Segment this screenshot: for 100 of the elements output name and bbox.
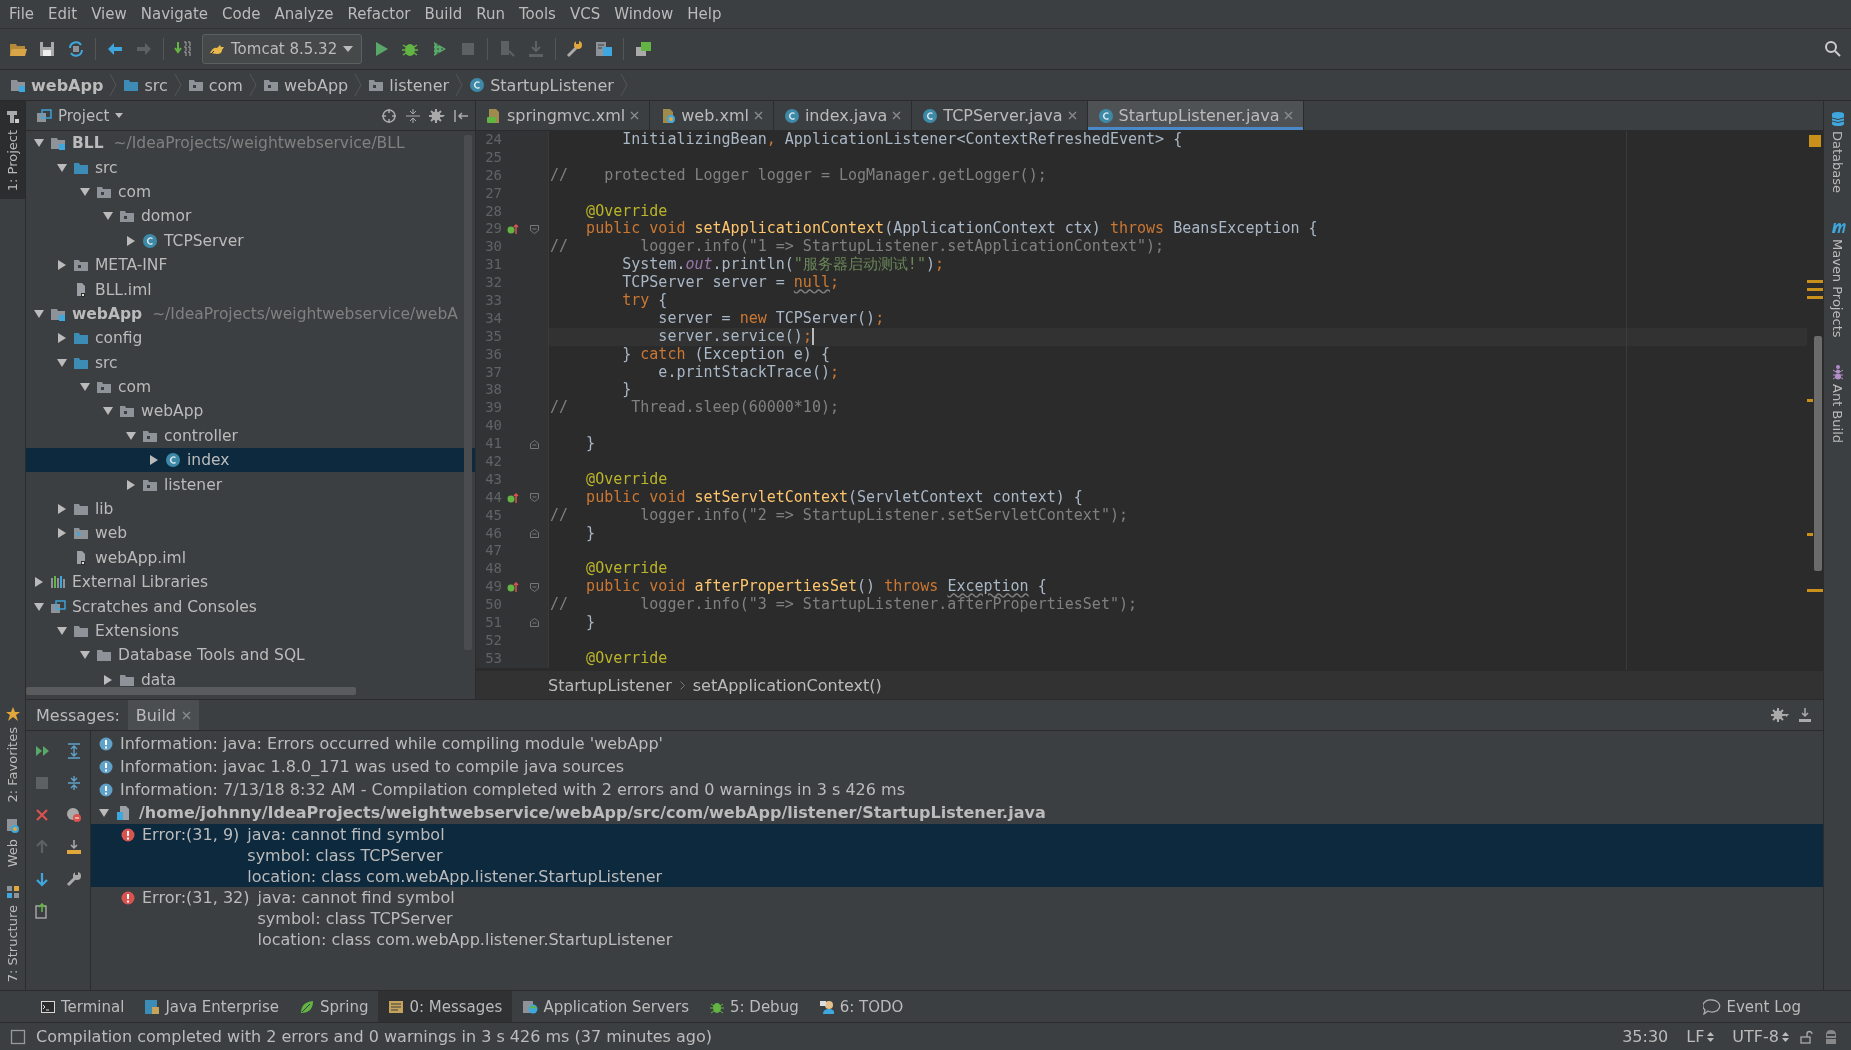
close-icon[interactable] (1067, 111, 1077, 120)
expanded-arrow-icon[interactable] (57, 626, 67, 636)
encoding-selector[interactable]: UTF-8 (1732, 1027, 1789, 1046)
menu-item[interactable]: Navigate (133, 0, 216, 28)
export-icon[interactable] (66, 839, 82, 855)
tool-window-tab[interactable]: 2: Favorites (0, 697, 25, 811)
expanded-arrow-icon[interactable] (80, 186, 90, 197)
expanded-arrow-icon[interactable] (80, 382, 90, 393)
close-icon[interactable] (1284, 111, 1294, 120)
tool-window-tab[interactable]: Application Servers (512, 991, 699, 1022)
menu-item[interactable]: Analyze (267, 0, 341, 28)
scrollbar[interactable] (464, 135, 472, 650)
tree-item[interactable]: Extensions (26, 618, 475, 644)
sync-icon[interactable] (66, 39, 86, 59)
tree-item[interactable]: lib (26, 496, 475, 522)
close-icon[interactable] (34, 807, 50, 823)
menu-item[interactable]: Edit (41, 0, 85, 28)
collapsed-arrow-icon[interactable] (57, 504, 67, 515)
collapse-all-icon[interactable] (66, 775, 82, 791)
tree-item[interactable]: com (26, 179, 475, 205)
breadcrumb-item[interactable]: com (187, 75, 243, 95)
menu-item[interactable]: Refactor (340, 0, 418, 28)
run-configuration-dropdown[interactable]: Tomcat 8.5.32 (202, 34, 363, 64)
event-log-tab[interactable]: Event Log (1693, 991, 1811, 1022)
menu-item[interactable]: Code (215, 0, 268, 28)
tree-item[interactable]: META-INF (26, 252, 475, 278)
expanded-arrow-icon[interactable] (34, 601, 44, 612)
tool-window-tab[interactable]: 1: Project (0, 101, 25, 200)
expanded-arrow-icon[interactable] (57, 357, 67, 368)
fold-icon[interactable] (529, 618, 539, 628)
collapsed-arrow-icon[interactable] (103, 674, 113, 685)
search-icon[interactable] (1823, 39, 1843, 59)
tree-item[interactable]: com (26, 374, 475, 400)
down-arrow-icon[interactable] (34, 871, 50, 887)
warning-marker[interactable] (1809, 135, 1821, 147)
fold-icon[interactable] (529, 493, 539, 503)
override-icon[interactable] (507, 491, 519, 504)
collapsed-arrow-icon[interactable] (126, 479, 136, 490)
gear-icon[interactable] (1771, 707, 1789, 723)
breadcrumb-item[interactable]: src (123, 75, 168, 95)
tool-window-tab[interactable]: 0: Messages (378, 991, 513, 1022)
file-path[interactable]: /home/johnny/IdeaProjects/weightwebservice/webApp/src/com/webApp/listener/StartupListener.java (139, 802, 1046, 823)
tree-item[interactable]: webApp ~/IdeaProjects/weightwebservice/webA (26, 301, 475, 327)
close-icon[interactable] (892, 111, 902, 120)
minimize-icon[interactable] (1797, 707, 1813, 723)
menu-item[interactable]: VCS (562, 0, 608, 28)
breadcrumb-item[interactable]: webApp (10, 75, 104, 95)
panel-toggle-icon[interactable] (10, 1028, 26, 1045)
locate-icon[interactable] (381, 107, 397, 124)
tree-item[interactable]: BLL.iml (26, 277, 475, 302)
editor-tab[interactable]: StartupListener.java (1087, 101, 1305, 130)
expanded-arrow-icon[interactable] (99, 807, 109, 818)
menu-item[interactable]: File (2, 0, 42, 28)
tool-window-tab[interactable]: 5: Debug (698, 991, 809, 1022)
tree-item[interactable]: src (26, 155, 475, 180)
fold-icon[interactable] (529, 224, 539, 234)
tool-window-tab[interactable]: 6: TODO (808, 991, 914, 1022)
sdk-icon[interactable] (633, 39, 654, 59)
expanded-arrow-icon[interactable] (103, 406, 113, 417)
menu-item[interactable]: Build (417, 0, 470, 28)
tool-window-tab[interactable]: Spring (289, 991, 379, 1022)
tree-item[interactable]: index (26, 448, 475, 473)
structure-icon[interactable] (594, 39, 615, 59)
expand-all-icon[interactable] (66, 743, 82, 759)
expanded-arrow-icon[interactable] (103, 211, 113, 222)
tree-item[interactable]: web (26, 521, 475, 546)
tree-item[interactable]: src (26, 350, 475, 375)
tool-window-tab[interactable]: 7: Structure (0, 875, 25, 990)
tool-window-tab[interactable]: Maven Projects (1829, 219, 1846, 338)
rerun-icon[interactable] (34, 743, 50, 759)
collapsed-arrow-icon[interactable] (34, 577, 44, 588)
scrollbar[interactable] (1814, 336, 1822, 571)
expanded-arrow-icon[interactable] (57, 162, 67, 173)
tree-item[interactable]: External Libraries (26, 570, 475, 595)
wrench-icon[interactable] (66, 871, 82, 887)
collapsed-arrow-icon[interactable] (57, 333, 67, 344)
collapsed-arrow-icon[interactable] (126, 235, 136, 246)
expanded-arrow-icon[interactable] (34, 138, 44, 149)
tree-item[interactable]: listener (26, 472, 475, 497)
hide-panel-icon[interactable] (453, 107, 469, 124)
editor-tab[interactable]: springmvc.xml (476, 101, 651, 130)
cursor-position[interactable]: 35:30 (1622, 1027, 1669, 1046)
breadcrumb-item[interactable]: StartupListener (469, 75, 614, 95)
tree-item[interactable]: webApp.iml (26, 545, 475, 571)
menu-item[interactable]: Window (607, 0, 681, 28)
tool-window-tab[interactable]: Ant Build (1829, 363, 1846, 443)
tree-item[interactable]: Database Tools and SQL (26, 643, 475, 668)
breadcrumb-item[interactable]: webApp (262, 75, 349, 95)
tree-item[interactable]: TCPServer (26, 228, 475, 253)
panel-tab[interactable]: Build (127, 700, 200, 730)
menu-item[interactable]: Run (469, 0, 512, 28)
fold-icon[interactable] (529, 529, 539, 539)
build-icon[interactable] (173, 39, 193, 59)
collapse-icon[interactable] (405, 107, 421, 124)
scrollbar[interactable] (26, 687, 356, 695)
tree-item[interactable]: BLL ~/IdeaProjects/weightwebservice/BLL (26, 131, 475, 156)
close-icon[interactable] (753, 111, 763, 120)
tree-item[interactable]: config (26, 326, 475, 351)
override-icon[interactable] (507, 581, 519, 594)
fold-icon[interactable] (529, 439, 539, 449)
